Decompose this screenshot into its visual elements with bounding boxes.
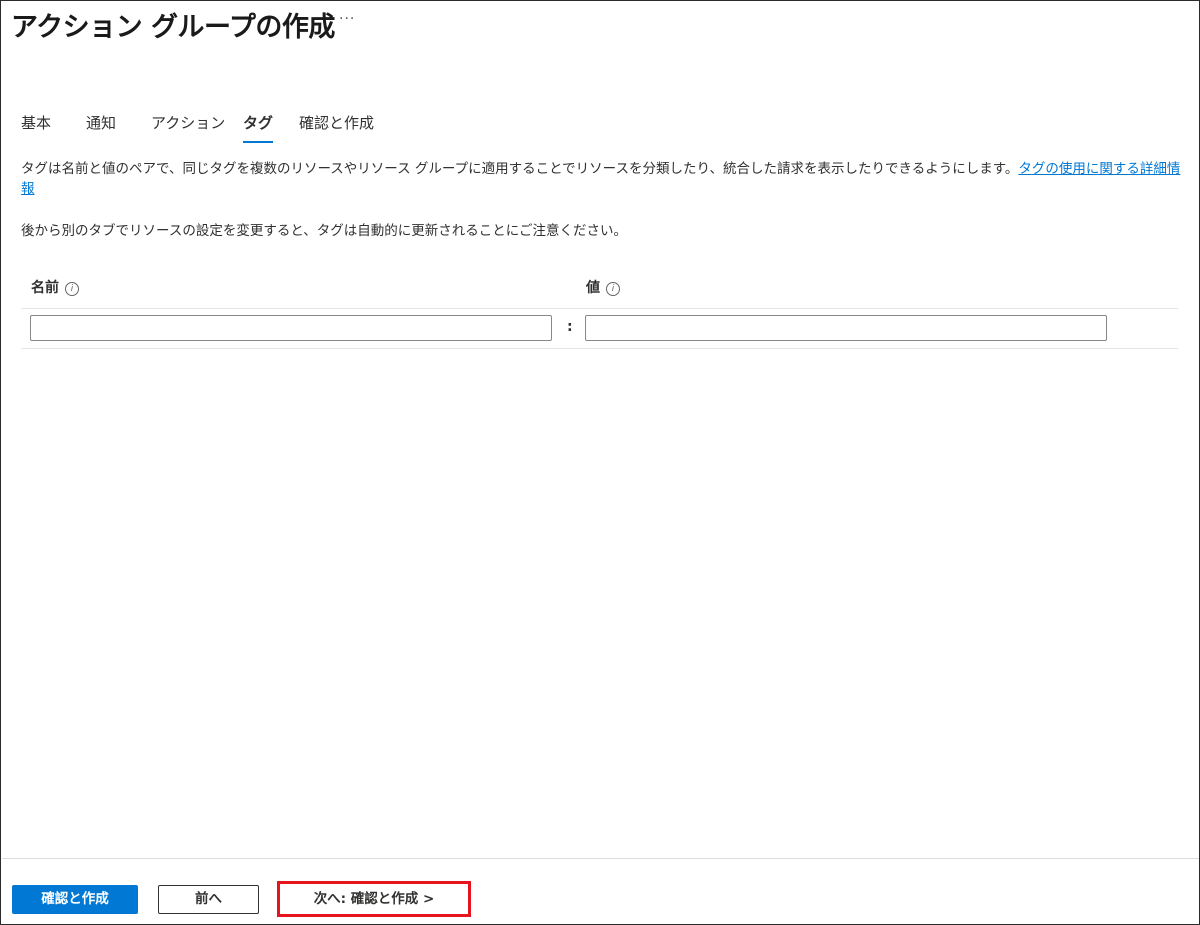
next-review-create-button[interactable]: 次へ: 確認と作成 >	[277, 881, 471, 917]
tags-description: タグは名前と値のペアで、同じタグを複数のリソースやリソース グループに適用するこ…	[21, 159, 1181, 199]
tab-tags[interactable]: タグ	[243, 112, 274, 143]
tab-actions[interactable]: アクション	[151, 112, 225, 143]
name-column-header: 名前 i	[31, 277, 79, 297]
review-create-button[interactable]: 確認と作成	[12, 885, 138, 914]
previous-button[interactable]: 前へ	[158, 885, 259, 914]
divider	[21, 308, 1178, 309]
footer-divider	[2, 858, 1199, 859]
description-text: タグは名前と値のペアで、同じタグを複数のリソースやリソース グループに適用するこ…	[21, 161, 1019, 177]
value-header-label: 値	[586, 280, 600, 296]
info-icon[interactable]: i	[65, 282, 79, 296]
name-header-label: 名前	[31, 280, 59, 296]
tags-note: 後から別のタブでリソースの設定を変更すると、タグは自動的に更新されることにご注意…	[21, 223, 628, 239]
name-value-separator: :	[567, 319, 573, 335]
more-options-icon[interactable]: ···	[339, 11, 355, 27]
tag-value-input[interactable]	[585, 315, 1107, 341]
page-title: アクション グループの作成	[11, 12, 335, 43]
info-icon[interactable]: i	[606, 282, 620, 296]
divider	[21, 348, 1178, 349]
tab-review-create[interactable]: 確認と作成	[299, 112, 374, 143]
tab-basics[interactable]: 基本	[21, 112, 51, 143]
tab-notifications[interactable]: 通知	[86, 112, 116, 143]
tag-name-input[interactable]	[30, 315, 552, 341]
value-column-header: 値i	[586, 277, 620, 297]
blade-container: アクション グループの作成 ··· 基本 通知 アクション タグ 確認と作成 タ…	[0, 0, 1200, 925]
